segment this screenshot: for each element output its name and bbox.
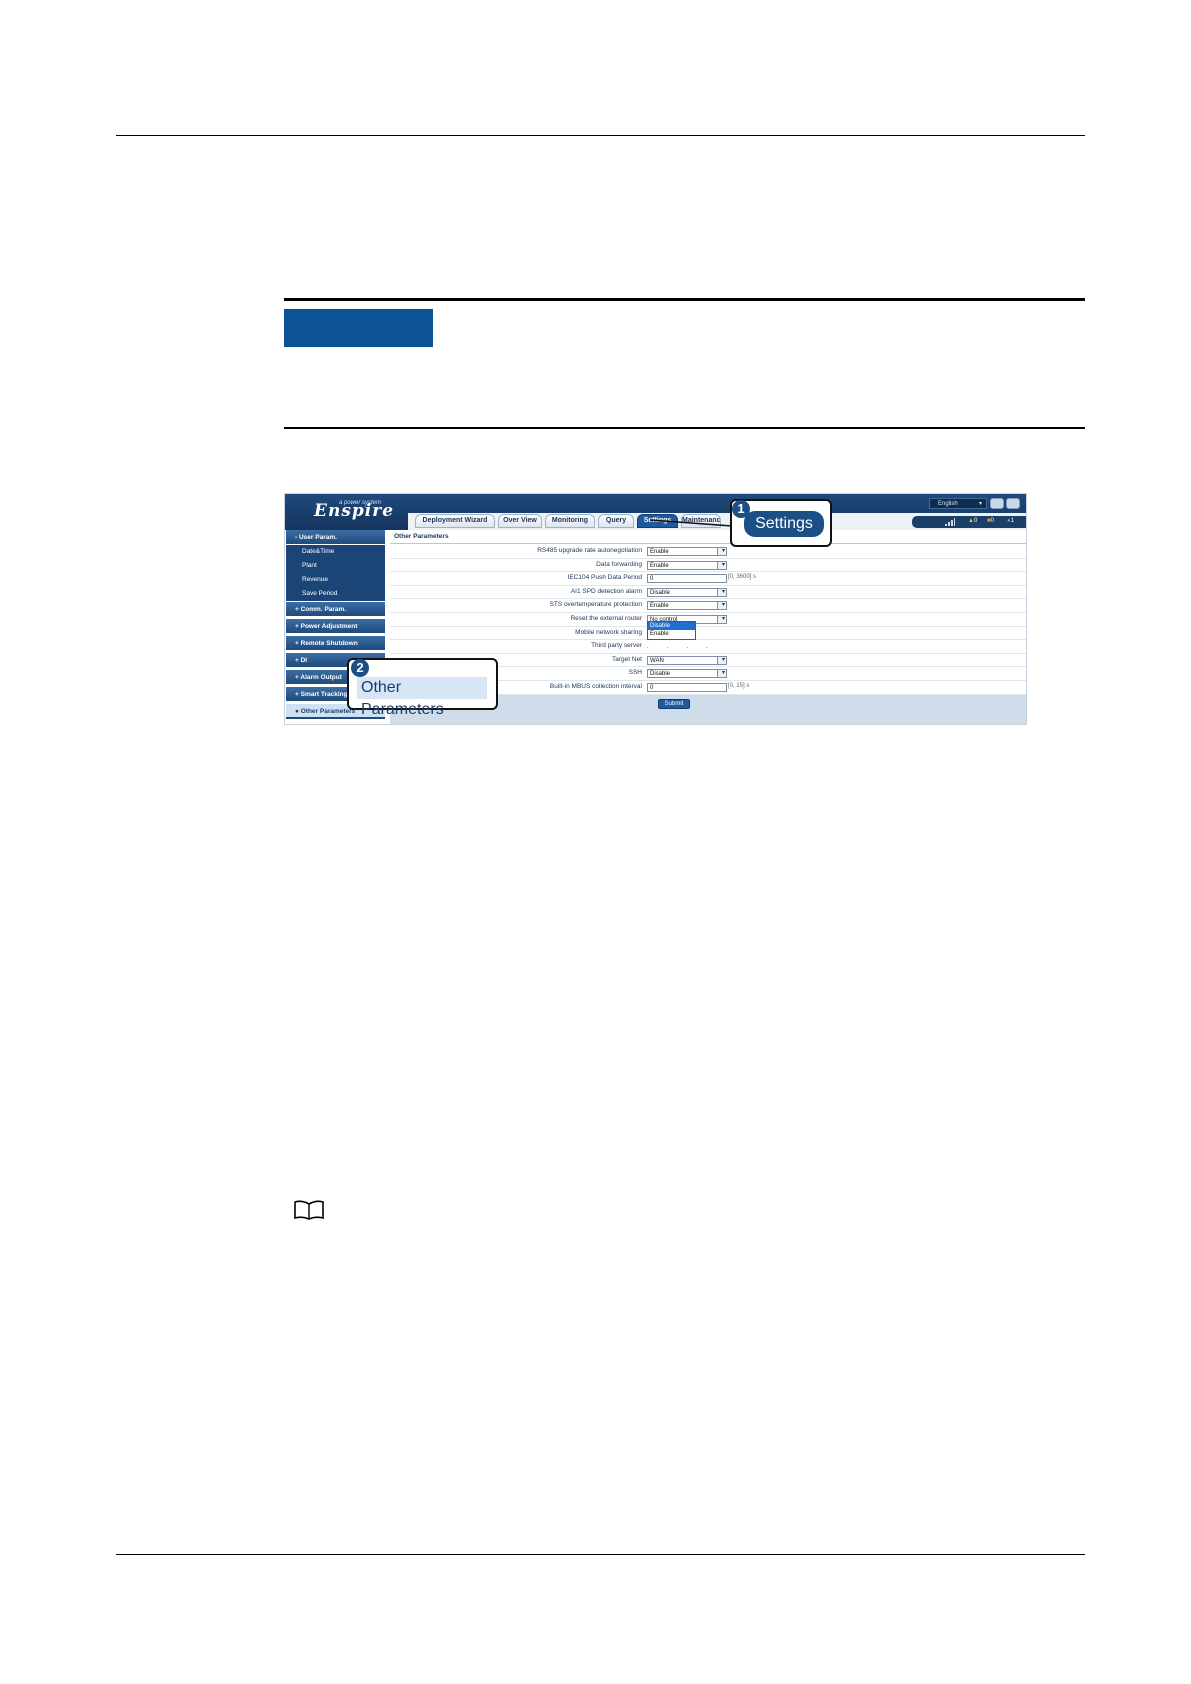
- notice-label-tab: [284, 309, 433, 347]
- callout-other-parameters-label: Other Parameters: [357, 677, 487, 718]
- notice-bottom-rule: [284, 427, 1085, 429]
- callout-settings-label: Settings: [744, 511, 824, 537]
- callout-step-1-badge: 1: [732, 500, 750, 518]
- webui-screenshot: a power system Enspire Deployment Wizard…: [284, 493, 1027, 725]
- callout-other-parameters: Other Parameters: [347, 658, 498, 718]
- callout-step-2-badge: 2: [351, 659, 369, 677]
- header-rule: [116, 135, 1085, 136]
- footer-rule: [116, 1554, 1085, 1555]
- note-book-icon: [294, 1200, 324, 1220]
- notice-top-rule: [284, 298, 1085, 301]
